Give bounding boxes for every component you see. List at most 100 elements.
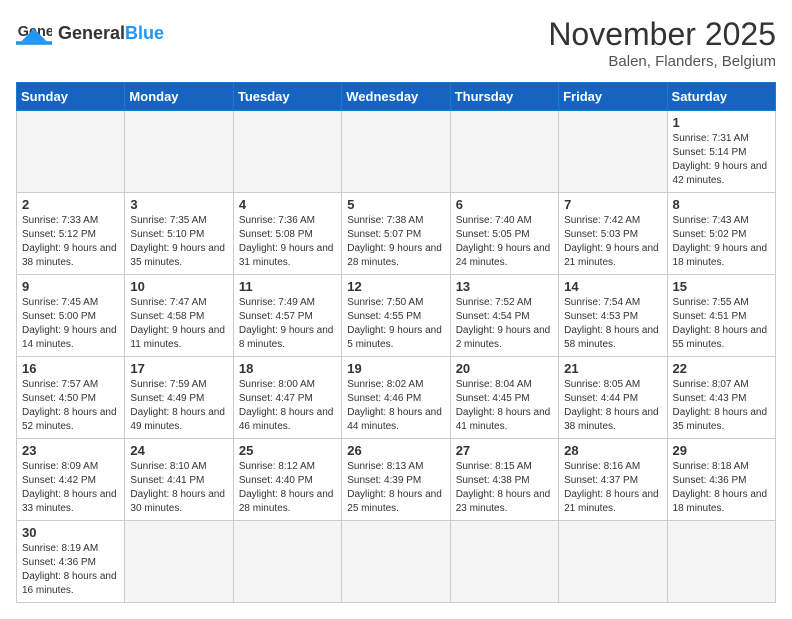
- day-number: 4: [239, 197, 336, 212]
- calendar-week-row: 30 Sunrise: 8:19 AM Sunset: 4:36 PM Dayli…: [17, 521, 776, 603]
- calendar-cell: 7 Sunrise: 7:42 AM Sunset: 5:03 PM Daylig…: [559, 193, 667, 275]
- calendar-table: SundayMondayTuesdayWednesdayThursdayFrid…: [16, 82, 776, 603]
- day-number: 23: [22, 443, 119, 458]
- title-block: November 2025 Balen, Flanders, Belgium: [548, 16, 776, 70]
- day-number: 14: [564, 279, 661, 294]
- day-number: 10: [130, 279, 227, 294]
- calendar-cell: 24Sunrise: 8:10 AM Sunset: 4:41 PM Dayli…: [125, 439, 233, 521]
- day-number: 17: [130, 361, 227, 376]
- location: Balen, Flanders, Belgium: [548, 53, 776, 70]
- calendar-cell: 26Sunrise: 8:13 AM Sunset: 4:39 PM Dayli…: [342, 439, 450, 521]
- calendar-cell: 20 Sunrise: 8:04 AM Sunset: 4:45 PM Dayli…: [450, 357, 558, 439]
- day-info: Sunrise: 8:16 AM Sunset: 4:37 PM Dayligh…: [564, 460, 661, 516]
- day-info: Sunrise: 8:04 AM Sunset: 4:45 PM Dayligh…: [456, 378, 553, 434]
- day-number: 26: [347, 443, 444, 458]
- calendar-cell: 29 Sunrise: 8:18 AM Sunset: 4:36 PM Dayli…: [667, 439, 775, 521]
- day-number: 7: [564, 197, 661, 212]
- day-number: 9: [22, 279, 119, 294]
- day-info: Sunrise: 8:02 AM Sunset: 4:46 PM Dayligh…: [347, 378, 444, 434]
- day-number: 1: [673, 115, 770, 130]
- calendar-cell: [125, 111, 233, 193]
- day-info: Sunrise: 8:05 AM Sunset: 4:44 PM Dayligh…: [564, 378, 661, 434]
- calendar-cell: [342, 111, 450, 193]
- calendar-cell: 10 Sunrise: 7:47 AM Sunset: 4:58 PM Dayli…: [125, 275, 233, 357]
- day-info: Sunrise: 7:31 AM Sunset: 5:14 PM Dayligh…: [673, 132, 770, 188]
- day-number: 27: [456, 443, 553, 458]
- day-info: Sunrise: 7:42 AM Sunset: 5:03 PM Dayligh…: [564, 214, 661, 270]
- page-header: General GeneralBlue November 2025 Balen,…: [16, 16, 776, 70]
- calendar-week-row: 9 Sunrise: 7:45 AM Sunset: 5:00 PM Daylig…: [17, 275, 776, 357]
- day-info: Sunrise: 7:45 AM Sunset: 5:00 PM Dayligh…: [22, 296, 119, 352]
- logo: General GeneralBlue: [16, 16, 164, 52]
- calendar-cell: 17Sunrise: 7:59 AM Sunset: 4:49 PM Dayli…: [125, 357, 233, 439]
- calendar-cell: 2Sunrise: 7:33 AM Sunset: 5:12 PM Daylig…: [17, 193, 125, 275]
- calendar-cell: [125, 521, 233, 603]
- day-info: Sunrise: 7:38 AM Sunset: 5:07 PM Dayligh…: [347, 214, 444, 270]
- day-number: 8: [673, 197, 770, 212]
- calendar-cell: [559, 111, 667, 193]
- calendar-cell: 13 Sunrise: 7:52 AM Sunset: 4:54 PM Dayli…: [450, 275, 558, 357]
- day-info: Sunrise: 8:07 AM Sunset: 4:43 PM Dayligh…: [673, 378, 770, 434]
- day-number: 5: [347, 197, 444, 212]
- day-info: Sunrise: 7:33 AM Sunset: 5:12 PM Dayligh…: [22, 214, 119, 270]
- calendar-week-row: 2Sunrise: 7:33 AM Sunset: 5:12 PM Daylig…: [17, 193, 776, 275]
- day-of-week-header: Wednesday: [342, 83, 450, 111]
- calendar-cell: 5 Sunrise: 7:38 AM Sunset: 5:07 PM Daylig…: [342, 193, 450, 275]
- calendar-cell: 25Sunrise: 8:12 AM Sunset: 4:40 PM Dayli…: [233, 439, 341, 521]
- day-of-week-header: Sunday: [17, 83, 125, 111]
- calendar-cell: 23 Sunrise: 8:09 AM Sunset: 4:42 PM Dayli…: [17, 439, 125, 521]
- calendar-header-row: SundayMondayTuesdayWednesdayThursdayFrid…: [17, 83, 776, 111]
- calendar-cell: 11 Sunrise: 7:49 AM Sunset: 4:57 PM Dayli…: [233, 275, 341, 357]
- day-info: Sunrise: 7:36 AM Sunset: 5:08 PM Dayligh…: [239, 214, 336, 270]
- calendar-cell: 30 Sunrise: 8:19 AM Sunset: 4:36 PM Dayli…: [17, 521, 125, 603]
- calendar-cell: 9 Sunrise: 7:45 AM Sunset: 5:00 PM Daylig…: [17, 275, 125, 357]
- calendar-week-row: 23 Sunrise: 8:09 AM Sunset: 4:42 PM Dayli…: [17, 439, 776, 521]
- day-info: Sunrise: 7:49 AM Sunset: 4:57 PM Dayligh…: [239, 296, 336, 352]
- day-number: 29: [673, 443, 770, 458]
- day-info: Sunrise: 7:35 AM Sunset: 5:10 PM Dayligh…: [130, 214, 227, 270]
- calendar-cell: 22 Sunrise: 8:07 AM Sunset: 4:43 PM Dayli…: [667, 357, 775, 439]
- day-info: Sunrise: 7:57 AM Sunset: 4:50 PM Dayligh…: [22, 378, 119, 434]
- calendar-cell: [233, 111, 341, 193]
- day-info: Sunrise: 8:00 AM Sunset: 4:47 PM Dayligh…: [239, 378, 336, 434]
- calendar-cell: 6 Sunrise: 7:40 AM Sunset: 5:05 PM Daylig…: [450, 193, 558, 275]
- day-info: Sunrise: 7:40 AM Sunset: 5:05 PM Dayligh…: [456, 214, 553, 270]
- day-of-week-header: Thursday: [450, 83, 558, 111]
- calendar-cell: 16 Sunrise: 7:57 AM Sunset: 4:50 PM Dayli…: [17, 357, 125, 439]
- calendar-week-row: 16 Sunrise: 7:57 AM Sunset: 4:50 PM Dayli…: [17, 357, 776, 439]
- logo-icon: General: [16, 16, 52, 52]
- calendar-cell: 15 Sunrise: 7:55 AM Sunset: 4:51 PM Dayli…: [667, 275, 775, 357]
- day-number: 24: [130, 443, 227, 458]
- day-number: 15: [673, 279, 770, 294]
- day-number: 19: [347, 361, 444, 376]
- day-info: Sunrise: 7:55 AM Sunset: 4:51 PM Dayligh…: [673, 296, 770, 352]
- calendar-cell: 14Sunrise: 7:54 AM Sunset: 4:53 PM Dayli…: [559, 275, 667, 357]
- day-info: Sunrise: 8:09 AM Sunset: 4:42 PM Dayligh…: [22, 460, 119, 516]
- calendar-cell: 4 Sunrise: 7:36 AM Sunset: 5:08 PM Daylig…: [233, 193, 341, 275]
- calendar-cell: 27Sunrise: 8:15 AM Sunset: 4:38 PM Dayli…: [450, 439, 558, 521]
- day-number: 11: [239, 279, 336, 294]
- day-number: 22: [673, 361, 770, 376]
- calendar-cell: [450, 111, 558, 193]
- calendar-cell: 28Sunrise: 8:16 AM Sunset: 4:37 PM Dayli…: [559, 439, 667, 521]
- day-number: 13: [456, 279, 553, 294]
- day-info: Sunrise: 7:47 AM Sunset: 4:58 PM Dayligh…: [130, 296, 227, 352]
- logo-text: GeneralBlue: [58, 24, 164, 44]
- day-number: 16: [22, 361, 119, 376]
- day-number: 18: [239, 361, 336, 376]
- day-info: Sunrise: 8:19 AM Sunset: 4:36 PM Dayligh…: [22, 542, 119, 598]
- calendar-cell: 19 Sunrise: 8:02 AM Sunset: 4:46 PM Dayli…: [342, 357, 450, 439]
- calendar-cell: [559, 521, 667, 603]
- day-of-week-header: Friday: [559, 83, 667, 111]
- day-number: 6: [456, 197, 553, 212]
- calendar-week-row: 1 Sunrise: 7:31 AM Sunset: 5:14 PM Daylig…: [17, 111, 776, 193]
- calendar-cell: [233, 521, 341, 603]
- calendar-cell: [17, 111, 125, 193]
- day-number: 30: [22, 525, 119, 540]
- day-of-week-header: Monday: [125, 83, 233, 111]
- day-number: 20: [456, 361, 553, 376]
- calendar-cell: 21Sunrise: 8:05 AM Sunset: 4:44 PM Dayli…: [559, 357, 667, 439]
- day-info: Sunrise: 8:18 AM Sunset: 4:36 PM Dayligh…: [673, 460, 770, 516]
- calendar-cell: [342, 521, 450, 603]
- day-info: Sunrise: 7:52 AM Sunset: 4:54 PM Dayligh…: [456, 296, 553, 352]
